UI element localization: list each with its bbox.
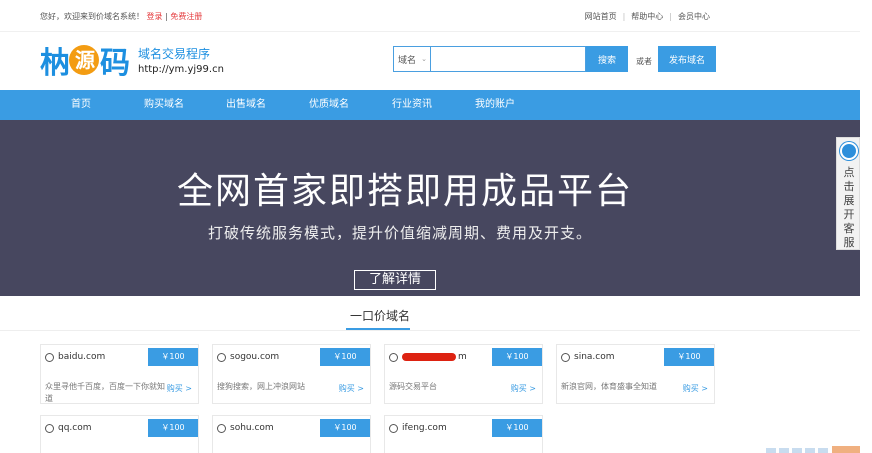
domain-card[interactable]: m ￥100 源码交易平台 购买 > (384, 344, 543, 404)
globe-icon (217, 352, 226, 362)
or-label: 或者 (636, 57, 652, 66)
logo-char: 枘 (40, 46, 70, 81)
price-badge: ￥100 (320, 419, 370, 437)
buy-link[interactable]: 购买 > (167, 383, 192, 394)
divider (0, 330, 860, 331)
domain-desc: 搜狗搜索，网上冲浪网站 (217, 382, 305, 391)
price-badge: ￥100 (664, 348, 714, 366)
domain-text: baidu.com (58, 352, 106, 362)
register-link[interactable]: 免费注册 (170, 12, 202, 21)
login-link[interactable]: 登录 (147, 12, 163, 21)
logo-url: http://ym.yj99.cn (138, 64, 224, 75)
domain-name: sina.com (561, 352, 615, 362)
top-bar: 您好，欢迎来到价域名系统！ 登录 | 免费注册 网站首页 | 帮助中心 | 会员中心 (0, 0, 860, 32)
customer-service-tab[interactable]: 点击展开客服 (836, 137, 860, 250)
domain-text: m (458, 352, 467, 362)
globe-icon (45, 423, 54, 433)
price-badge: ￥100 (320, 348, 370, 366)
domain-card[interactable]: qq.com ￥100 (40, 415, 199, 453)
main-nav: 首页 购买域名 出售域名 优质域名 行业资讯 我的账户 (0, 90, 860, 120)
domain-text: sina.com (574, 352, 615, 362)
domain-desc: 新浪官网，体育盛事全知道 (561, 382, 657, 391)
hero-banner: 全网首家即搭即用成品平台 打破传统服务模式，提升价值缩减周期、费用及开支。 了解… (0, 120, 860, 296)
publish-domain-button[interactable]: 发布域名 (658, 46, 716, 72)
buy-link[interactable]: 购买 > (511, 383, 536, 394)
logo-text: 域名交易程序 http://ym.yj99.cn (138, 45, 224, 75)
price-badge: ￥100 (492, 348, 542, 366)
search-type-value: 域名 (398, 55, 417, 66)
top-link-help[interactable]: 帮助中心 (631, 12, 663, 21)
domain-text: sogou.com (230, 352, 280, 362)
domain-card[interactable]: ifeng.com ￥100 (384, 415, 543, 453)
search-type-select[interactable]: 域名 ⌄ (393, 46, 430, 72)
globe-icon (561, 352, 570, 362)
chat-icon (840, 142, 858, 160)
separator: | (165, 12, 168, 21)
domain-name: m (389, 352, 467, 362)
domain-name: baidu.com (45, 352, 105, 362)
domain-name: qq.com (45, 423, 92, 433)
search-button[interactable]: 搜索 (586, 46, 628, 72)
nav-item-home[interactable]: 首页 (71, 90, 91, 120)
chevron-down-icon: ⌄ (421, 55, 427, 63)
domain-card[interactable]: sohu.com ￥100 (212, 415, 371, 453)
top-link-member[interactable]: 会员中心 (678, 12, 710, 21)
nav-item-news[interactable]: 行业资讯 (392, 90, 432, 120)
domain-card[interactable]: sogou.com ￥100 搜狗搜索，网上冲浪网站 购买 > (212, 344, 371, 404)
customer-service-label: 点击展开客服 (843, 166, 855, 249)
banner-subline: 打破传统服务模式，提升价值缩减周期、费用及开支。 (207, 224, 592, 242)
globe-icon (217, 423, 226, 433)
domain-name: ifeng.com (389, 423, 447, 433)
top-links: 网站首页 | 帮助中心 | 会员中心 (585, 11, 710, 22)
top-link-home[interactable]: 网站首页 (585, 12, 617, 21)
globe-icon (45, 352, 54, 362)
price-badge: ￥100 (148, 348, 198, 366)
search-bar: 域名 ⌄ 搜索 (393, 46, 628, 72)
domain-name: sogou.com (217, 352, 279, 362)
separator: | (669, 12, 672, 21)
domain-text: sohu.com (230, 423, 274, 433)
domain-text: qq.com (58, 423, 92, 433)
section-title: 一口价域名 (0, 307, 760, 330)
footer-decoration (766, 448, 830, 453)
buy-link[interactable]: 购买 > (683, 383, 708, 394)
nav-item-sell[interactable]: 出售域名 (226, 90, 266, 120)
domain-card[interactable]: baidu.com ￥100 众里寻他千百度，百度一下你就知道 购买 > (40, 344, 199, 404)
domain-desc: 源码交易平台 (389, 382, 437, 391)
domain-desc: 众里寻他千百度，百度一下你就知道 (45, 382, 165, 403)
logo-char: 码 (100, 46, 130, 81)
section-title-text: 一口价域名 (349, 309, 410, 323)
redaction-mark (402, 353, 456, 361)
globe-icon (389, 423, 398, 433)
nav-item-account[interactable]: 我的账户 (475, 90, 515, 120)
logo-title: 域名交易程序 (138, 47, 211, 61)
domain-card[interactable]: sina.com ￥100 新浪官网，体育盛事全知道 购买 > (556, 344, 715, 404)
logo[interactable]: 枘源码 域名交易程序 http://ym.yj99.cn (40, 38, 224, 82)
logo-circle: 源 (69, 45, 99, 75)
nav-item-buy[interactable]: 购买域名 (144, 90, 184, 120)
price-badge: ￥100 (492, 419, 542, 437)
globe-icon (389, 352, 398, 362)
separator: | (622, 12, 626, 21)
search-input[interactable] (430, 46, 586, 72)
buy-link[interactable]: 购买 > (339, 383, 364, 394)
domain-name: sohu.com (217, 423, 274, 433)
learn-more-button[interactable]: 了解详情 (354, 270, 436, 290)
logo-mark: 枘源码 (40, 38, 130, 82)
nav-item-premium[interactable]: 优质域名 (309, 90, 349, 120)
banner-headline: 全网首家即搭即用成品平台 (176, 171, 633, 212)
greeting: 您好，欢迎来到价域名系统！ 登录 | 免费注册 (40, 11, 202, 22)
domain-text: ifeng.com (402, 423, 447, 433)
corner-badge (832, 446, 860, 453)
greeting-text: 您好，欢迎来到价域名系统！ (40, 12, 144, 21)
price-badge: ￥100 (148, 419, 198, 437)
header: 枘源码 域名交易程序 http://ym.yj99.cn 域名 ⌄ 搜索 或者 … (0, 32, 860, 90)
